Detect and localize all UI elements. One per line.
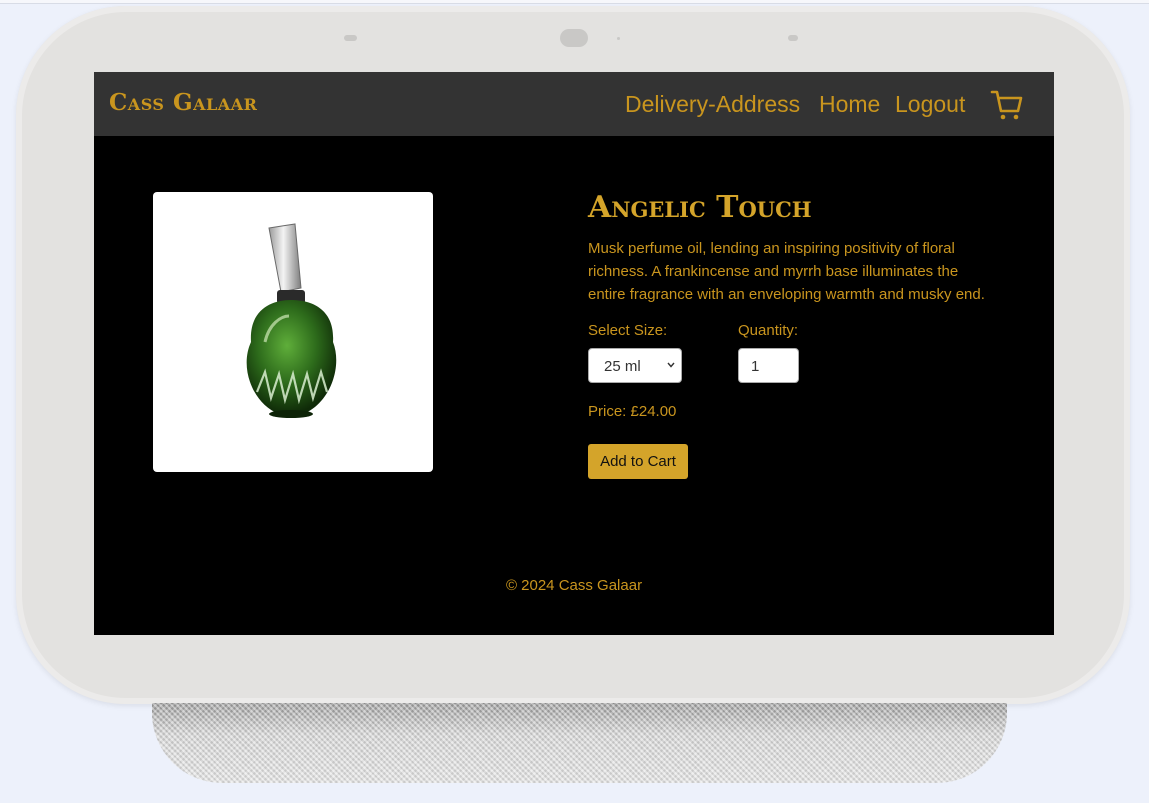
product-image <box>153 192 433 472</box>
sensor-left <box>344 35 357 41</box>
quantity-input[interactable]: 1 <box>738 348 799 383</box>
navbar: Cass Galaar Delivery-Address Home Logout <box>94 72 1054 136</box>
add-to-cart-button[interactable]: Add to Cart <box>588 444 688 479</box>
quantity-label: Quantity: <box>738 322 799 339</box>
brand-logo[interactable]: Cass Galaar <box>109 89 257 116</box>
nav-home[interactable]: Home <box>819 91 880 118</box>
shopping-cart-icon[interactable] <box>990 88 1024 122</box>
size-select[interactable]: 25 ml <box>588 348 682 383</box>
perfume-bottle-image <box>246 223 337 418</box>
quantity-input-value: 1 <box>751 358 760 375</box>
browser-edge <box>0 0 1149 4</box>
product-price: Price: £24.00 <box>588 403 677 420</box>
camera <box>560 29 588 47</box>
product-description: Musk perfume oil, lending an inspiring p… <box>588 240 985 303</box>
size-select-value: 25 ml <box>604 358 641 375</box>
sensor-right <box>788 35 798 41</box>
size-label: Select Size: <box>588 322 668 339</box>
product-title: Angelic Touch <box>588 190 812 225</box>
chevron-down-icon <box>667 362 675 368</box>
nav-delivery-address[interactable]: Delivery-Address <box>625 91 800 118</box>
app-screen: Cass Galaar Delivery-Address Home Logout <box>94 72 1054 635</box>
light-sensor <box>617 37 620 40</box>
nav-logout[interactable]: Logout <box>895 91 965 118</box>
device-stand <box>152 703 1007 783</box>
footer-copyright: © 2024 Cass Galaar <box>505 577 643 594</box>
